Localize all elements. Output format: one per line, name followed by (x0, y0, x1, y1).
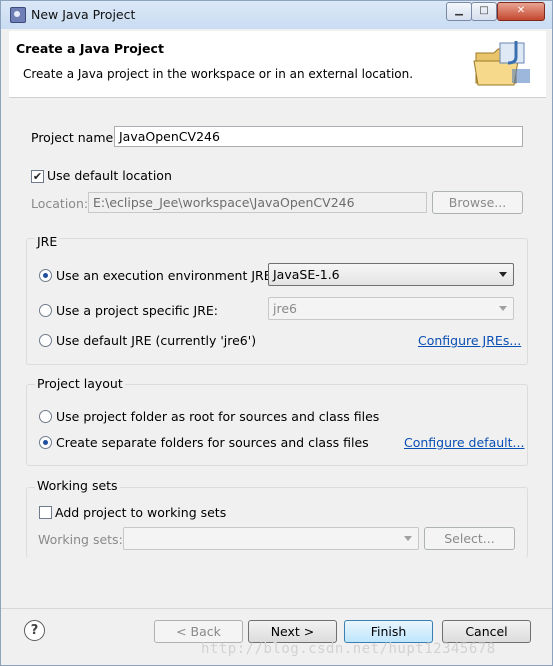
jre-group-label: JRE (35, 234, 60, 249)
configure-default-link[interactable]: Configure default... (404, 435, 524, 450)
window-title: New Java Project (31, 7, 136, 22)
project-layout-group-label: Project layout (35, 376, 125, 391)
chevron-down-icon (404, 536, 412, 541)
watermark-text: http://blog.csdn.net/hupt12345678 (201, 641, 496, 657)
jre-project-specific-label: Use a project specific JRE: (56, 303, 218, 318)
select-working-sets-button[interactable]: Select... (424, 527, 515, 550)
cancel-button[interactable]: Cancel (442, 620, 531, 643)
execution-env-select[interactable]: JavaSE-1.6 (268, 263, 514, 286)
back-button[interactable]: < Back (154, 620, 243, 643)
working-sets-select[interactable] (123, 527, 419, 550)
configure-jres-link[interactable]: Configure JREs... (418, 333, 521, 348)
layout-root-folder-label: Use project folder as root for sources a… (56, 409, 380, 424)
chevron-down-icon (499, 306, 507, 311)
project-name-label: Project name: (31, 130, 118, 145)
location-input[interactable]: E:\eclipse_Jee\workspace\JavaOpenCV246 (88, 192, 427, 213)
wizard-banner: Create a Java Project Create a Java proj… (9, 31, 546, 98)
use-default-location-checkbox[interactable]: ✔ (31, 170, 44, 183)
minimize-button[interactable]: ▁ (446, 2, 472, 21)
project-layout-group (26, 384, 528, 466)
next-button[interactable]: Next > (248, 620, 337, 643)
project-specific-jre-select-value: jre6 (273, 301, 297, 316)
add-to-working-sets-label: Add project to working sets (55, 505, 227, 520)
working-sets-group-label: Working sets (35, 478, 120, 493)
help-icon[interactable]: ? (24, 620, 45, 641)
title-bar[interactable]: New Java Project ▁ □ ✕ (1, 1, 552, 29)
use-default-location-label: Use default location (47, 168, 172, 183)
new-java-project-window: New Java Project ▁ □ ✕ Create a Java Pro… (0, 0, 553, 666)
wizard-footer: ? < Back Next > Finish Cancel http://blo… (1, 608, 552, 666)
jre-execution-env-radio[interactable] (39, 269, 52, 282)
layout-separate-folders-radio[interactable] (39, 436, 52, 449)
maximize-button[interactable]: □ (471, 2, 497, 21)
jre-default-label: Use default JRE (currently 'jre6') (56, 333, 257, 348)
browse-button[interactable]: Browse... (432, 191, 523, 214)
working-sets-label: Working sets: (38, 532, 123, 547)
jre-project-specific-radio[interactable] (39, 304, 52, 317)
layout-separate-folders-label: Create separate folders for sources and … (56, 435, 369, 450)
banner-description: Create a Java project in the workspace o… (23, 67, 414, 81)
finish-button[interactable]: Finish (344, 620, 433, 643)
jre-default-radio[interactable] (39, 334, 52, 347)
execution-env-select-value: JavaSE-1.6 (273, 267, 340, 282)
java-project-folder-icon (473, 41, 530, 86)
banner-title: Create a Java Project (16, 41, 164, 56)
chevron-down-icon (499, 272, 507, 277)
layout-root-folder-radio[interactable] (39, 410, 52, 423)
jre-execution-env-label: Use an execution environment JRE: (56, 268, 276, 283)
location-label: Location: (31, 196, 89, 211)
project-specific-jre-select[interactable]: jre6 (268, 297, 514, 320)
close-button[interactable]: ✕ (497, 2, 545, 21)
add-to-working-sets-checkbox[interactable] (39, 506, 52, 519)
wizard-body: Project name: JavaOpenCV246 ✔ Use defaul… (9, 98, 546, 608)
project-name-input[interactable]: JavaOpenCV246 (114, 126, 523, 147)
eclipse-app-icon (10, 7, 26, 23)
